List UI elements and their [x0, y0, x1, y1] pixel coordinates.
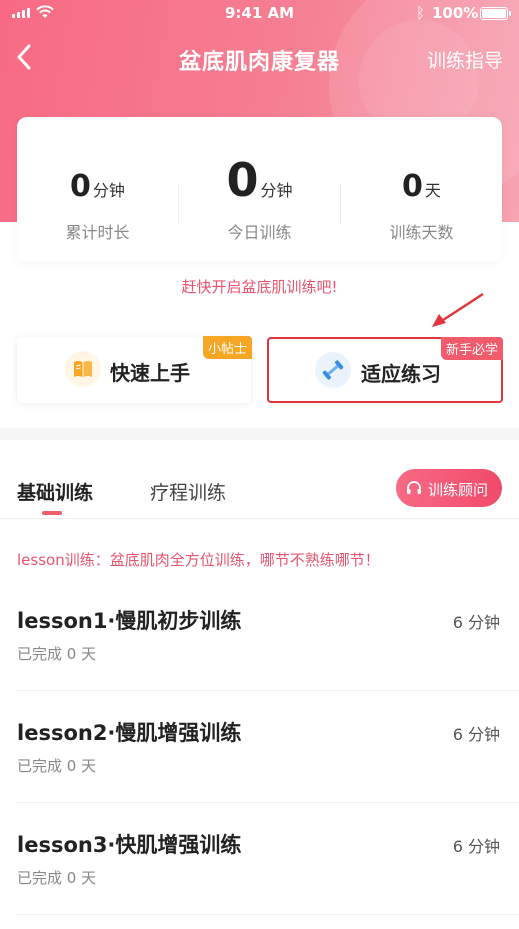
beginner-badge: 新手必学	[440, 337, 503, 360]
battery-icon	[480, 7, 511, 20]
stat-label: 累计时长	[65, 223, 130, 242]
lesson-name: lesson3·快肌增强训练	[17, 833, 242, 857]
stat-label: 今日训练	[227, 223, 292, 242]
training-guide-link[interactable]: 训练指导	[427, 46, 503, 73]
lesson-item[interactable]: lesson1·慢肌初步训练 6 分钟 已完成 0 天	[17, 605, 519, 717]
annotation-arrow-icon	[432, 292, 484, 327]
lesson-status: 已完成 0 天	[17, 869, 97, 887]
lesson-duration: 6 分钟	[452, 725, 500, 744]
book-icon	[65, 351, 101, 387]
bluetooth-icon: ᛒ	[416, 4, 426, 22]
lesson-duration: 6 分钟	[452, 837, 500, 856]
stat-value: 0	[226, 153, 259, 207]
divider	[17, 914, 519, 915]
quick-start-card[interactable]: 快速上手 小帖士	[17, 336, 252, 403]
stat-value: 0	[402, 169, 423, 204]
nav-bar: 盆底肌肉康复器 训练指导	[0, 36, 519, 80]
training-consultant-button[interactable]: 训练顾问	[396, 469, 502, 507]
stat-label: 训练天数	[389, 223, 454, 242]
adapt-practice-label: 适应练习	[361, 362, 441, 386]
stats-card: 0 分钟 累计时长 0 分钟 今日训练 0天 训练天数	[17, 117, 502, 262]
dumbbell-icon	[315, 352, 351, 388]
lesson-item[interactable]: lesson2·慢肌增强训练 6 分钟 已完成 0 天	[17, 717, 519, 829]
stat-value: 0	[70, 169, 91, 204]
lesson-name: lesson2·慢肌增强训练	[17, 721, 242, 745]
tab-basic-training[interactable]: 基础训练	[17, 478, 93, 505]
section-gap	[0, 428, 519, 440]
tab-indicator	[42, 511, 62, 515]
divider	[0, 518, 519, 519]
quick-start-label: 快速上手	[110, 361, 190, 385]
lesson-name: lesson1·慢肌初步训练	[17, 609, 242, 633]
headset-icon	[407, 481, 421, 494]
stat-today: 0 分钟 今日训练	[179, 117, 340, 262]
status-bar: 9:41 AM ᛒ 100%	[0, 0, 519, 28]
adapt-practice-card[interactable]: 适应练习 新手必学	[267, 337, 503, 403]
divider	[17, 690, 519, 691]
tips-badge: 小帖士	[202, 336, 252, 359]
lesson-status: 已完成 0 天	[17, 645, 97, 663]
stat-unit: 分钟	[92, 181, 125, 200]
consultant-label: 训练顾问	[428, 481, 489, 499]
lesson-duration: 6 分钟	[452, 613, 500, 632]
stat-unit: 天	[424, 181, 441, 200]
tab-course-training[interactable]: 疗程训练	[150, 478, 226, 505]
battery-percent: 100%	[432, 4, 479, 22]
stat-unit: 分钟	[260, 181, 293, 200]
divider	[17, 802, 519, 803]
lesson-tip: lesson训练：盆底肌肉全方位训练，哪节不熟练哪节！	[17, 551, 380, 569]
stat-days: 0天 训练天数	[341, 117, 502, 262]
lesson-item[interactable]: lesson3·快肌增强训练 6 分钟 已完成 0 天	[17, 829, 519, 929]
lesson-status: 已完成 0 天	[17, 757, 97, 775]
stat-total-time: 0 分钟 累计时长	[17, 117, 178, 262]
